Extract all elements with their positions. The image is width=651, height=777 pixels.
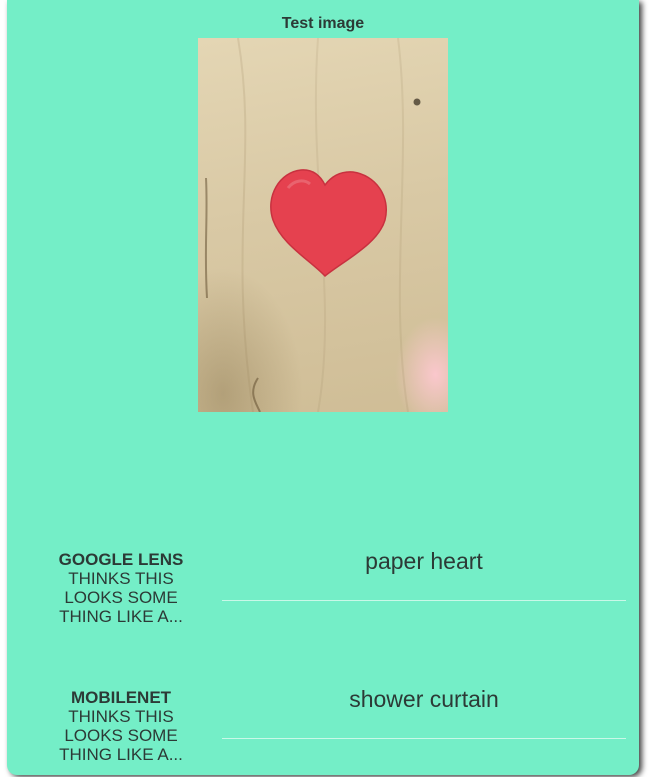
google-lens-label: GOOGLE LENS THINKS THIS LOOKS SOME THING…	[41, 550, 201, 626]
google-lens-caption-3: THING LIKE A...	[59, 607, 183, 626]
mobilenet-caption-2: LOOKS SOME	[64, 726, 178, 745]
google-lens-caption-2: LOOKS SOME	[64, 588, 178, 607]
google-lens-divider	[222, 600, 626, 601]
google-lens-caption-1: THINKS THIS	[68, 569, 174, 588]
mobilenet-caption-1: THINKS THIS	[68, 707, 174, 726]
card-title: Test image	[281, 15, 365, 32]
google-lens-source: GOOGLE LENS	[58, 550, 184, 569]
mobilenet-divider	[222, 738, 626, 739]
mobilenet-label: MOBILENET THINKS THIS LOOKS SOME THING L…	[41, 688, 201, 764]
mobilenet-prediction: shower curtain	[349, 686, 499, 712]
test-image	[198, 38, 448, 412]
result-card: Test image GOOGLE LENS THINKS THIS LOOKS…	[7, 0, 639, 775]
mobilenet-source: MOBILENET	[70, 688, 172, 707]
heart-photo-icon	[204, 38, 421, 412]
mobilenet-caption-3: THING LIKE A...	[59, 745, 183, 764]
google-lens-prediction: paper heart	[365, 548, 483, 574]
